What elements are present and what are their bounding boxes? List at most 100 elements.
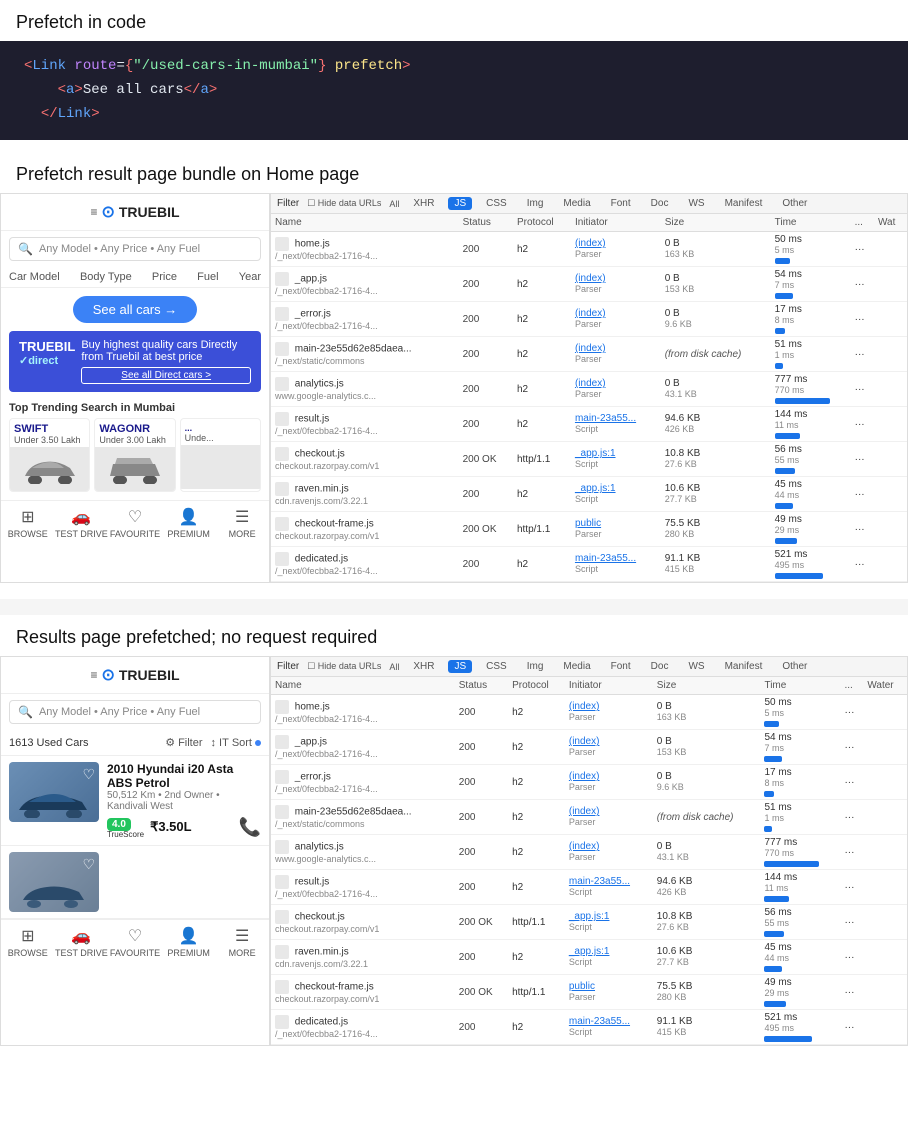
table-row[interactable]: home.js /_next/0fecbba2-1716-4... 200 h2… xyxy=(271,232,907,267)
filter-button[interactable]: ⚙ Filter xyxy=(165,736,202,749)
table-row[interactable]: analytics.js www.google-analytics.c... 2… xyxy=(271,835,907,870)
tab-media-1[interactable]: Media xyxy=(557,197,596,210)
all-filter-2[interactable]: All xyxy=(389,662,399,672)
table-row[interactable]: dedicated.js /_next/0fecbba2-1716-4... 2… xyxy=(271,547,907,582)
nav-premium[interactable]: 👤 PREMIUM xyxy=(162,507,216,539)
filter-year[interactable]: Year xyxy=(239,271,261,283)
initiator-type: Parser xyxy=(569,817,596,827)
table-row[interactable]: home.js /_next/0fecbba2-1716-4... 200 h2… xyxy=(271,695,907,730)
tab-xhr-2[interactable]: XHR xyxy=(407,660,440,673)
nav-test-drive[interactable]: 🚗 TEST DRIVE xyxy=(55,507,109,539)
tab-font-2[interactable]: Font xyxy=(605,660,637,673)
tab-img-1[interactable]: Img xyxy=(521,197,550,210)
initiator-link[interactable]: public xyxy=(575,518,601,529)
table-row[interactable]: raven.min.js cdn.ravenjs.com/3.22.1 200 … xyxy=(271,940,907,975)
initiator-link[interactable]: (index) xyxy=(575,308,606,319)
nav-favourite-2[interactable]: ♡ FAVOURITE xyxy=(108,926,162,958)
tab-font-1[interactable]: Font xyxy=(605,197,637,210)
tab-other-2[interactable]: Other xyxy=(776,660,813,673)
tab-manifest-2[interactable]: Manifest xyxy=(719,660,769,673)
table-row[interactable]: raven.min.js cdn.ravenjs.com/3.22.1 200 … xyxy=(271,477,907,512)
search-bar[interactable]: 🔍 Any Model • Any Price • Any Fuel xyxy=(9,237,261,261)
nav-favourite[interactable]: ♡ FAVOURITE xyxy=(108,507,162,539)
tab-css-2[interactable]: CSS xyxy=(480,660,513,673)
filter-body-type[interactable]: Body Type xyxy=(80,271,132,283)
table-row[interactable]: checkout-frame.js checkout.razorpay.com/… xyxy=(271,975,907,1010)
heart-icon-1[interactable]: ♡ xyxy=(82,766,95,783)
table-row[interactable]: result.js /_next/0fecbba2-1716-4... 200 … xyxy=(271,407,907,442)
initiator-link[interactable]: (index) xyxy=(569,806,600,817)
table-row[interactable]: _error.js /_next/0fecbba2-1716-4... 200 … xyxy=(271,302,907,337)
initiator-link[interactable]: (index) xyxy=(575,378,606,389)
table-row[interactable]: main-23e55d62e85daea... /_next/static/co… xyxy=(271,800,907,835)
nav-browse[interactable]: ⊞ BROWSE xyxy=(1,507,55,539)
nav-premium-2[interactable]: 👤 PREMIUM xyxy=(162,926,216,958)
tab-doc-1[interactable]: Doc xyxy=(645,197,675,210)
car-score-price-1: 4.0 TrueScore ₹3.50L 📞 xyxy=(107,815,261,839)
time-val2: 1 ms xyxy=(764,813,784,823)
time-bar xyxy=(764,826,772,832)
time-val2: 55 ms xyxy=(764,918,789,928)
initiator-link[interactable]: _app.js:1 xyxy=(569,946,610,957)
tab-ws-1[interactable]: WS xyxy=(682,197,710,210)
direct-link[interactable]: See all Direct cars > xyxy=(81,367,251,384)
tab-img-2[interactable]: Img xyxy=(521,660,550,673)
see-all-cars-button[interactable]: See all cars → xyxy=(73,296,198,323)
table-row[interactable]: result.js /_next/0fecbba2-1716-4... 200 … xyxy=(271,870,907,905)
all-filter-1[interactable]: All xyxy=(389,199,399,209)
table-row[interactable]: _error.js /_next/0fecbba2-1716-4... 200 … xyxy=(271,765,907,800)
tab-doc-2[interactable]: Doc xyxy=(645,660,675,673)
table-row[interactable]: checkout.js checkout.razorpay.com/v1 200… xyxy=(271,905,907,940)
sort-button[interactable]: ↕ IT Sort xyxy=(211,737,261,749)
tab-js-2[interactable]: JS xyxy=(448,660,472,673)
initiator-link[interactable]: (index) xyxy=(569,841,600,852)
initiator-link[interactable]: (index) xyxy=(575,343,606,354)
initiator-link[interactable]: _app.js:1 xyxy=(575,483,616,494)
table-row[interactable]: _app.js /_next/0fecbba2-1716-4... 200 h2… xyxy=(271,267,907,302)
initiator-link[interactable]: main-23a55... xyxy=(575,413,636,424)
initiator-link[interactable]: (index) xyxy=(569,701,600,712)
time-bar xyxy=(775,328,785,334)
nav-more-2[interactable]: ☰ MORE xyxy=(215,926,269,958)
results-search-bar[interactable]: 🔍 Any Model • Any Price • Any Fuel xyxy=(9,700,261,724)
initiator-link[interactable]: main-23a55... xyxy=(569,1016,630,1027)
tab-media-2[interactable]: Media xyxy=(557,660,596,673)
table-row[interactable]: _app.js /_next/0fecbba2-1716-4... 200 h2… xyxy=(271,730,907,765)
initiator-type: Parser xyxy=(569,852,596,862)
heart-icon-2[interactable]: ♡ xyxy=(82,856,95,873)
initiator-link[interactable]: (index) xyxy=(569,736,600,747)
table-row[interactable]: analytics.js www.google-analytics.c... 2… xyxy=(271,372,907,407)
initiator-link[interactable]: public xyxy=(569,981,595,992)
phone-icon-1[interactable]: 📞 xyxy=(239,817,261,838)
tab-other-1[interactable]: Other xyxy=(776,197,813,210)
initiator-link[interactable]: main-23a55... xyxy=(569,876,630,887)
initiator-link[interactable]: (index) xyxy=(575,238,606,249)
tab-ws-2[interactable]: WS xyxy=(682,660,710,673)
nav-browse-2[interactable]: ⊞ BROWSE xyxy=(1,926,55,958)
hide-data-urls-1[interactable]: ☐ Hide data URLs xyxy=(307,198,381,209)
initiator-link[interactable]: _app.js:1 xyxy=(569,911,610,922)
tab-xhr-1[interactable]: XHR xyxy=(407,197,440,210)
tab-css-1[interactable]: CSS xyxy=(480,197,513,210)
nav-more[interactable]: ☰ MORE xyxy=(215,507,269,539)
tab-js-1[interactable]: JS xyxy=(448,197,472,210)
table-row[interactable]: checkout-frame.js checkout.razorpay.com/… xyxy=(271,512,907,547)
filter-fuel[interactable]: Fuel xyxy=(197,271,218,283)
nav-test-drive-2[interactable]: 🚗 TEST DRIVE xyxy=(55,926,109,958)
table-row[interactable]: dedicated.js /_next/0fecbba2-1716-4... 2… xyxy=(271,1010,907,1045)
cell-waterfall xyxy=(874,372,907,407)
table-row[interactable]: checkout.js checkout.razorpay.com/v1 200… xyxy=(271,442,907,477)
initiator-link[interactable]: _app.js:1 xyxy=(575,448,616,459)
filter-price[interactable]: Price xyxy=(152,271,177,283)
tab-manifest-1[interactable]: Manifest xyxy=(719,197,769,210)
time-val1: 521 ms xyxy=(775,549,808,560)
cell-waterfall xyxy=(874,477,907,512)
initiator-link[interactable]: main-23a55... xyxy=(575,553,636,564)
hide-data-urls-2[interactable]: ☐ Hide data URLs xyxy=(307,661,381,672)
filter-car-model[interactable]: Car Model xyxy=(9,271,60,283)
table-row[interactable]: main-23e55d62e85daea... /_next/static/co… xyxy=(271,337,907,372)
size-val: 0 B xyxy=(665,238,680,249)
file-name: main-23e55d62e85daea... xyxy=(295,807,412,818)
initiator-link[interactable]: (index) xyxy=(569,771,600,782)
initiator-link[interactable]: (index) xyxy=(575,273,606,284)
